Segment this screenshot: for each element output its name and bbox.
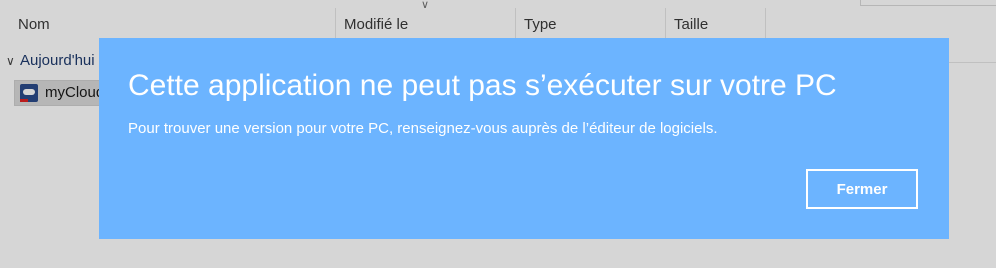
dialog-title: Cette application ne peut pas s’exécuter… [128, 69, 837, 102]
close-button[interactable]: Fermer [806, 169, 918, 209]
error-dialog: Cette application ne peut pas s’exécuter… [99, 38, 949, 239]
dialog-message: Pour trouver une version pour votre PC, … [128, 120, 718, 137]
